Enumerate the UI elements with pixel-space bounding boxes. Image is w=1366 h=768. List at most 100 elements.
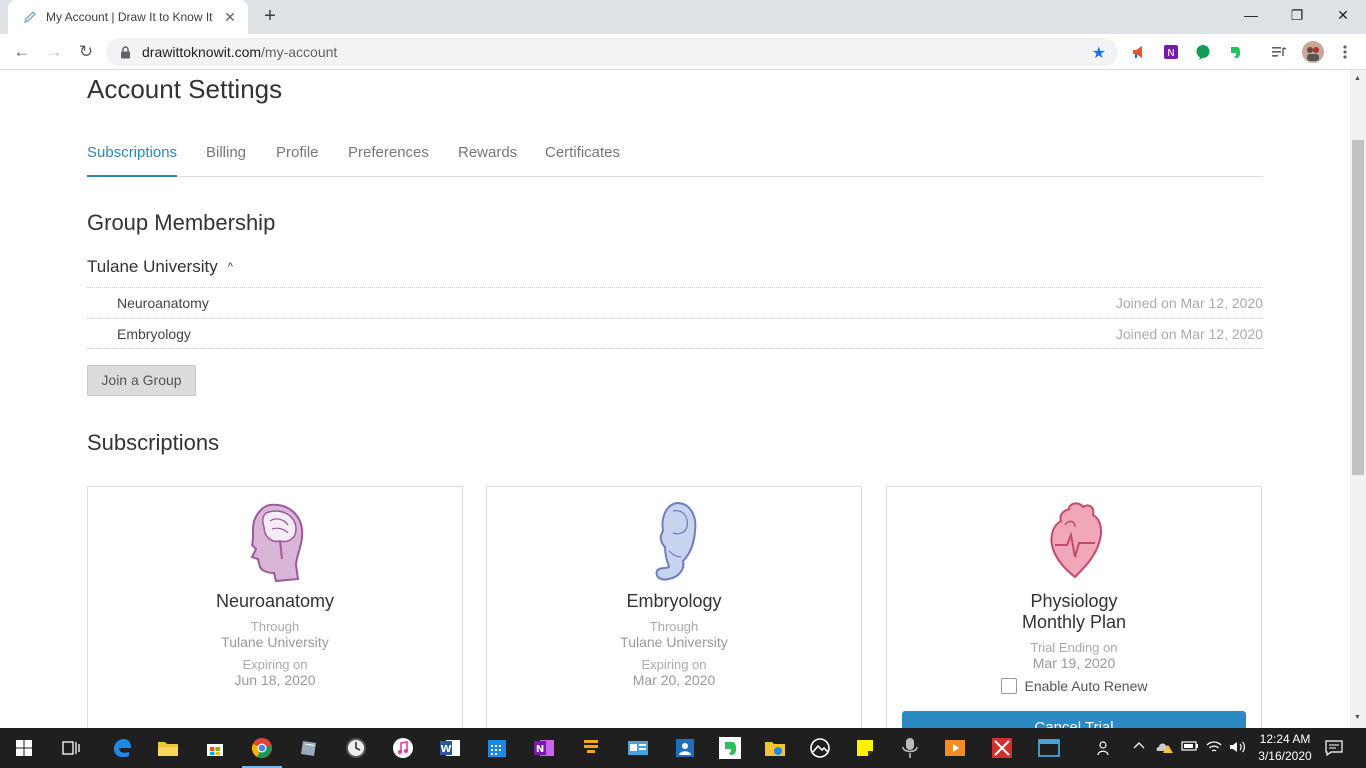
group-course-row: Neuroanatomy Joined on Mar 12, 2020 [87,287,1263,318]
chat-extension-icon[interactable] [1194,43,1212,61]
subscription-card-neuroanatomy: Neuroanatomy Through Tulane University E… [87,486,463,728]
media-player-icon[interactable] [941,734,969,762]
onenote-extension-icon[interactable]: N [1162,43,1180,61]
clock-time: 12:24 AM [1259,732,1311,746]
tab-subscriptions[interactable]: Subscriptions [87,144,178,177]
notes-app-icon[interactable] [295,734,323,762]
group-membership-heading: Group Membership [87,210,276,235]
subscriptions-heading: Subscriptions [87,430,220,455]
lock-icon [118,45,132,59]
cancel-trial-button[interactable]: Cancel Trial [902,711,1246,728]
svg-text:N: N [1167,48,1174,59]
pdf-app-icon[interactable] [988,734,1016,762]
scroll-up-icon[interactable]: ▲ [1354,75,1361,82]
edge-browser-icon[interactable] [108,734,136,762]
task-view-icon[interactable] [57,734,85,762]
tab-close-icon[interactable]: ✕ [222,9,238,26]
sticky-notes-icon[interactable] [851,734,879,762]
course-name: Neuroanatomy [117,295,209,311]
tab-certificates[interactable]: Certificates [545,144,620,177]
group-toggle[interactable]: Tulane University ^ [87,257,233,277]
contacts-card-icon[interactable] [624,734,652,762]
maximize-button[interactable]: ❐ [1274,0,1320,30]
voice-recorder-icon[interactable] [896,734,924,762]
card-via-label: Through [649,619,699,634]
subscription-card-embryology: Embryology Through Tulane University Exp… [486,486,862,728]
evernote-taskbar-icon[interactable] [716,734,744,762]
profile-avatar[interactable] [1302,41,1324,63]
forward-arrow-icon[interactable]: → [42,40,66,64]
card-via: Tulane University [221,634,329,650]
battery-icon[interactable] [1181,740,1199,755]
scroll-down-icon[interactable]: ▼ [1354,714,1361,721]
url-host: drawittoknowit.com [142,44,262,60]
auto-renew-checkbox[interactable] [1000,678,1017,694]
embryo-icon [639,499,709,585]
browser-tab-strip: My Account | Draw It to Know It ✕ + — ❐ … [0,0,1366,34]
people-tray-icon[interactable] [1097,740,1113,759]
tab-billing[interactable]: Billing [206,144,246,177]
auto-renew-control: Enable Auto Renew [887,678,1261,694]
address-bar[interactable]: drawittoknowit.com/my-account ★ [106,38,1118,66]
calendar-icon[interactable] [483,734,511,762]
photos-app-icon[interactable] [806,734,834,762]
taskbar-clock[interactable]: 12:24 AM 3/16/2020 [1255,731,1315,765]
tab-rewards[interactable]: Rewards [458,144,517,177]
minimize-button[interactable]: — [1228,0,1274,30]
chevron-up-icon: ^ [227,261,233,273]
course-joined-date: Joined on Mar 12, 2020 [1115,295,1263,311]
card-subtitle: Monthly Plan [1021,612,1127,632]
scrollbar-thumb[interactable] [1352,140,1364,475]
bookmark-star-icon[interactable]: ★ [1092,43,1106,63]
tab-title: My Account | Draw It to Know It [46,10,213,24]
photos-folder-icon[interactable] [761,734,789,762]
microsoft-store-icon[interactable] [201,734,229,762]
volume-icon[interactable] [1229,740,1247,757]
file-explorer-icon[interactable] [154,734,182,762]
evernote-extension-icon[interactable] [1226,43,1244,61]
back-arrow-icon[interactable]: ← [10,40,34,64]
card-date: Jun 18, 2020 [234,672,316,688]
svg-text:W: W [440,744,451,755]
subscription-card-physiology: Physiology Monthly Plan Trial Ending on … [886,486,1262,728]
clock-date: 3/16/2020 [1258,749,1312,763]
windows-start-icon[interactable] [10,734,38,762]
browser-tab[interactable]: My Account | Draw It to Know It ✕ [8,0,248,34]
course-joined-date: Joined on Mar 12, 2020 [1115,326,1263,342]
windows-taskbar: W N 12:24 AM 3/16/2020 [0,728,1366,768]
card-via: Tulane University [620,634,728,650]
svg-text:N: N [536,744,544,755]
desktop-window-icon[interactable] [1035,734,1063,762]
onedrive-warning-icon[interactable] [1156,740,1174,757]
browser-toolbar: ← → ↻ drawittoknowit.com/my-account ★ N [0,34,1366,70]
chrome-taskbar-icon[interactable] [242,734,282,768]
card-title: Physiology [1030,591,1118,611]
people-app-icon[interactable] [671,734,699,762]
word-icon[interactable]: W [436,734,464,762]
page-scrollbar[interactable]: ▲ ▼ [1350,70,1366,728]
tab-profile[interactable]: Profile [276,144,319,177]
action-center-icon[interactable] [1325,740,1343,759]
card-via-label: Through [250,619,300,634]
card-title: Neuroanatomy [215,591,335,611]
new-tab-button[interactable]: + [258,5,282,29]
close-window-button[interactable]: ✕ [1320,0,1366,30]
onenote-taskbar-icon[interactable]: N [530,734,558,762]
sticky-stack-icon[interactable] [577,734,605,762]
chevron-up-tray-icon[interactable] [1133,740,1145,755]
head-brain-icon [240,499,310,585]
tab-preferences[interactable]: Preferences [348,144,429,177]
clock-app-icon[interactable] [342,734,370,762]
media-queue-icon[interactable] [1270,43,1288,61]
heart-icon [1039,499,1109,585]
page-title: Account Settings [87,74,283,104]
card-date: Mar 19, 2020 [1032,655,1116,671]
join-group-button[interactable]: Join a Group [87,365,196,396]
reload-icon[interactable]: ↻ [74,40,98,64]
itunes-icon[interactable] [389,734,417,762]
card-title: Embryology [626,591,722,611]
wifi-icon[interactable] [1206,740,1222,757]
megaphone-extension-icon[interactable] [1130,43,1148,61]
url-text: drawittoknowit.com/my-account [142,44,337,60]
chrome-menu-icon[interactable] [1336,43,1354,61]
